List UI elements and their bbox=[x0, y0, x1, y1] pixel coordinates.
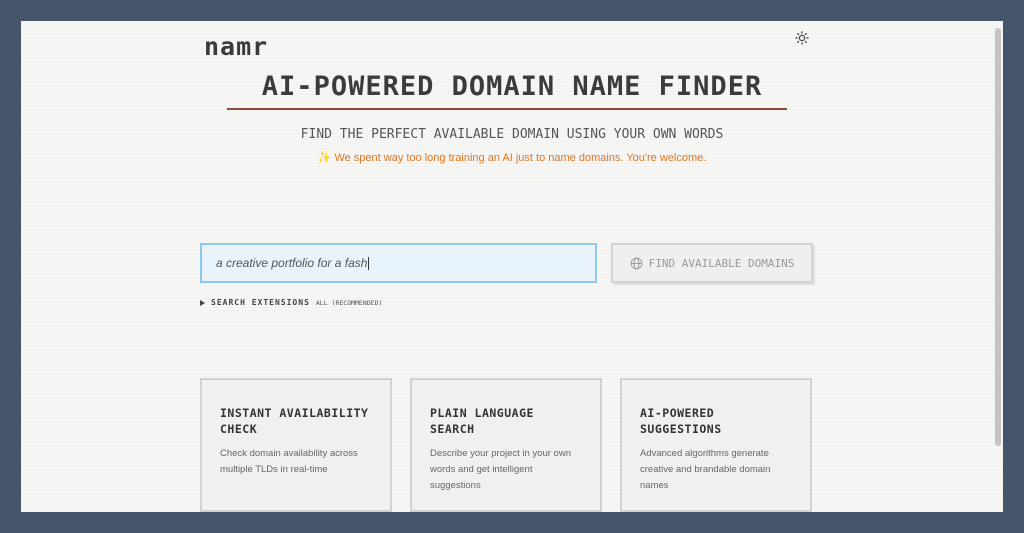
search-extensions-toggle[interactable]: SEARCH EXTENSIONS ALL (RECOMMENDED) bbox=[200, 298, 382, 307]
logo[interactable]: namr bbox=[204, 32, 268, 61]
feature-card-plain-language: PLAIN LANGUAGE SEARCH Describe your proj… bbox=[410, 378, 602, 512]
page-subtitle: FIND THE PERFECT AVAILABLE DOMAIN USING … bbox=[300, 127, 724, 142]
theme-toggle-button[interactable] bbox=[794, 30, 810, 46]
feature-card-title: PLAIN LANGUAGE SEARCH bbox=[430, 406, 534, 436]
search-extensions-label: SEARCH EXTENSIONS bbox=[211, 298, 310, 307]
sun-icon bbox=[795, 31, 809, 45]
feature-card-description: Advanced algorithms generate creative an… bbox=[640, 448, 771, 491]
find-domains-label: FIND AVAILABLE DOMAINS bbox=[648, 256, 795, 270]
feature-card-title: AI-POWERED SUGGESTIONS bbox=[640, 406, 722, 436]
tagline-text: We spent way too long training an AI jus… bbox=[334, 152, 707, 164]
find-domains-button[interactable]: FIND AVAILABLE DOMAINS bbox=[611, 243, 813, 283]
caret-right-icon bbox=[200, 299, 205, 306]
search-extensions-value: ALL (RECOMMENDED) bbox=[315, 298, 383, 307]
globe-icon bbox=[630, 257, 642, 269]
search-input[interactable]: a creative portfolio for a fash bbox=[200, 243, 597, 283]
feature-card-description: Describe your project in your own words … bbox=[430, 448, 571, 491]
feature-card-availability: INSTANT AVAILABILITY CHECK Check domain … bbox=[200, 378, 392, 512]
feature-card-description: Check domain availability across multipl… bbox=[220, 448, 358, 475]
feature-card-title: INSTANT AVAILABILITY CHECK bbox=[220, 406, 369, 436]
sparkles-icon: ✨ bbox=[317, 152, 332, 164]
feature-card-ai-suggestions: AI-POWERED SUGGESTIONS Advanced algorith… bbox=[620, 378, 812, 512]
text-caret bbox=[368, 256, 370, 270]
title-underline bbox=[227, 108, 787, 110]
browser-viewport: namr AI-POWERED DOMAIN NAME FINDER FIND … bbox=[21, 21, 1003, 512]
tagline: ✨ We spent way too long training an AI j… bbox=[21, 151, 1003, 164]
page-title: AI-POWERED DOMAIN NAME FINDER bbox=[261, 71, 763, 102]
search-input-value: a creative portfolio for a fash bbox=[216, 256, 368, 270]
